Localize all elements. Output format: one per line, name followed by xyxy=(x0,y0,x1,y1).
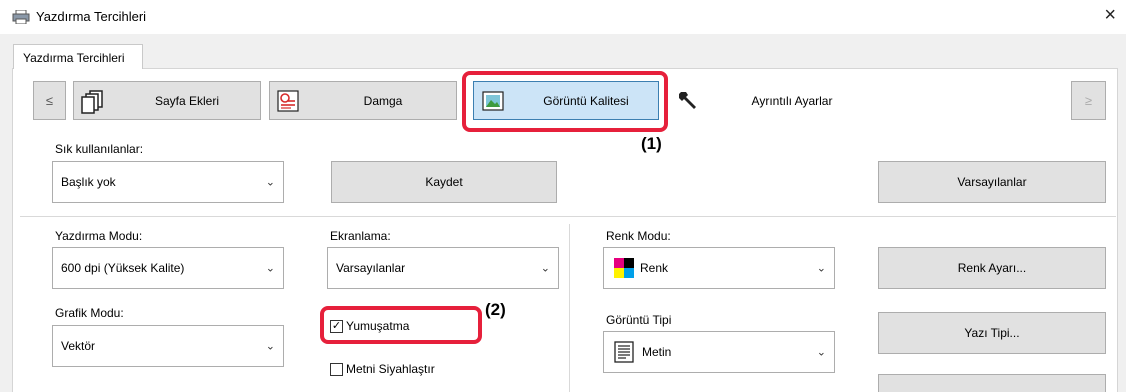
callout-label-1: (1) xyxy=(641,134,662,153)
font-button-label: Yazı Tipi... xyxy=(964,326,1020,340)
color-swatch-icon xyxy=(614,258,634,278)
page-stack-icon xyxy=(81,90,103,114)
defaults-button[interactable]: Varsayılanlar xyxy=(878,161,1106,203)
favorites-label: Sık kullanılanlar: xyxy=(55,142,144,156)
ribbon-next-arrow: ≥ xyxy=(1084,93,1093,108)
ribbon-next-button[interactable]: ≥ xyxy=(1071,81,1106,120)
section-divider xyxy=(20,216,1116,217)
print-mode-select[interactable]: 600 dpi (Yüksek Kalite) ⌄ xyxy=(52,247,284,289)
screening-select[interactable]: Varsayılanlar ⌄ xyxy=(327,247,559,289)
save-button-label: Kaydet xyxy=(425,175,463,189)
print-mode-label: Yazdırma Modu: xyxy=(55,229,143,243)
graphics-mode-label: Grafik Modu: xyxy=(55,306,124,320)
printer-icon xyxy=(12,10,30,24)
ribbon-item-page-extras[interactable]: Sayfa Ekleri xyxy=(73,81,261,120)
stamp-icon xyxy=(277,90,299,112)
callout-highlight-image-quality xyxy=(462,71,668,132)
wrench-icon xyxy=(679,92,696,109)
print-mode-value: 600 dpi (Yüksek Kalite) xyxy=(61,261,185,275)
ribbon-prev-arrow: ≤ xyxy=(45,93,54,108)
font-button[interactable]: Yazı Tipi... xyxy=(878,312,1106,354)
blacken-text-checkbox[interactable] xyxy=(330,362,343,376)
color-mode-value: Renk xyxy=(640,261,669,275)
save-button[interactable]: Kaydet xyxy=(331,161,557,203)
ribbon-item-label: Damga xyxy=(363,93,403,108)
ribbon-prev-button[interactable]: ≤ xyxy=(33,81,66,120)
color-mode-label: Renk Modu: xyxy=(606,229,671,243)
chevron-down-icon: ⌄ xyxy=(265,340,275,353)
ribbon-item-advanced-settings[interactable]: Ayrıntılı Ayarlar xyxy=(672,81,862,120)
chevron-down-icon: ⌄ xyxy=(540,262,550,275)
ribbon-item-stamp[interactable]: Damga xyxy=(269,81,457,120)
graphics-mode-select[interactable]: Vektör ⌄ xyxy=(52,325,284,367)
chevron-down-icon: ⌄ xyxy=(265,262,275,275)
title-bar xyxy=(0,0,1126,34)
window-title: Yazdırma Tercihleri xyxy=(36,9,147,24)
chevron-down-icon: ⌄ xyxy=(816,262,826,275)
image-type-value: Metin xyxy=(642,345,672,359)
screening-label: Ekranlama: xyxy=(330,229,391,243)
image-type-label: Görüntü Tipi xyxy=(606,313,672,327)
blacken-text-label: Metni Siyahlaştır xyxy=(346,362,435,376)
blacken-text-checkbox-row[interactable]: Metni Siyahlaştır xyxy=(330,362,435,376)
favorites-select-value: Başlık yok xyxy=(61,175,116,189)
defaults-button-label: Varsayılanlar xyxy=(957,175,1027,189)
additional-button[interactable] xyxy=(878,374,1106,392)
text-document-icon xyxy=(614,341,634,363)
column-divider xyxy=(569,224,570,392)
color-mode-select[interactable]: Renk ⌄ xyxy=(603,247,835,289)
color-adjust-button[interactable]: Renk Ayarı... xyxy=(878,247,1106,289)
ribbon-item-label: Ayrıntılı Ayarlar xyxy=(751,93,833,108)
image-type-select[interactable]: Metin ⌄ xyxy=(603,331,835,373)
favorites-select[interactable]: Başlık yok ⌄ xyxy=(52,161,284,203)
ribbon-item-label: Sayfa Ekleri xyxy=(154,93,220,108)
graphics-mode-value: Vektör xyxy=(61,339,96,353)
callout-highlight-smoothing xyxy=(320,306,482,344)
close-icon[interactable]: × xyxy=(1104,4,1116,26)
screening-value: Varsayılanlar xyxy=(336,261,406,275)
color-adjust-label: Renk Ayarı... xyxy=(957,261,1027,275)
chevron-down-icon: ⌄ xyxy=(265,176,275,189)
chevron-down-icon: ⌄ xyxy=(816,346,826,359)
callout-label-2: (2) xyxy=(485,300,506,319)
tab-print-preferences[interactable]: Yazdırma Tercihleri xyxy=(13,44,143,69)
